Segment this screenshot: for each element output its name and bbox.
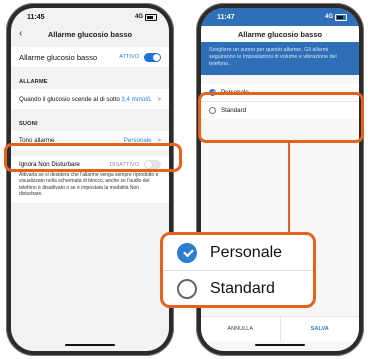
- alarm-toggle-label: Allarme glucosio basso: [19, 52, 98, 62]
- status-icons: 4G: [134, 13, 157, 21]
- callout-connector: [288, 143, 290, 233]
- toggle-switch-icon[interactable]: [144, 52, 161, 62]
- battery-icon: [335, 13, 347, 21]
- dnd-description: Attivarla se si desidera che l'allarme v…: [19, 172, 159, 198]
- chevron-right-icon: >: [157, 95, 161, 103]
- alarm-toggle-control[interactable]: ATTIVO: [119, 52, 161, 62]
- threshold-label: Quando il glucosio scende al di sotto: [19, 95, 120, 103]
- radio-empty-icon: [177, 278, 197, 299]
- radio-checked-icon: [177, 242, 197, 263]
- left-screen: 11:45 4G ‹ Allarme glucosio basso Allarm…: [11, 8, 169, 351]
- status-bar: 11:45 4G: [11, 8, 169, 26]
- status-icons: 4G: [324, 13, 347, 21]
- zoom-option-personale[interactable]: Personale: [163, 235, 313, 270]
- alarm-toggle-row[interactable]: Allarme glucosio basso ATTIVO: [11, 47, 169, 67]
- header-area: 11:47 4G: [201, 8, 359, 26]
- signal-text: 4G: [324, 14, 333, 20]
- dialog-title-bar: Allarme glucosio basso: [201, 26, 359, 42]
- battery-icon: [145, 13, 157, 21]
- dialog-title: Allarme glucosio basso: [237, 29, 323, 39]
- status-time: 11:45: [27, 13, 45, 21]
- threshold-value-group: 3,4 mmol/L >: [121, 96, 161, 103]
- zoom-option-label: Personale: [210, 243, 283, 261]
- signal-text: 4G: [134, 14, 143, 20]
- home-indicator: [65, 344, 115, 346]
- tone-row-highlight: [4, 143, 182, 172]
- alarm-state-text: ATTIVO: [119, 54, 139, 60]
- section-alarms: ALLARME: [19, 79, 48, 85]
- home-indicator: [255, 344, 305, 346]
- status-bar: 11:47 4G: [201, 8, 359, 26]
- info-banner: Scegliere un suono per questo allarme. G…: [201, 42, 359, 75]
- left-phone: 11:45 4G ‹ Allarme glucosio basso Allarm…: [6, 3, 174, 356]
- page-title: Allarme glucosio basso: [47, 29, 133, 39]
- zoom-callout: Personale Standard: [160, 232, 316, 308]
- section-sounds: SUONI: [19, 121, 38, 127]
- options-highlight: [198, 92, 364, 143]
- nav-bar: ‹ Allarme glucosio basso: [11, 26, 169, 42]
- save-button[interactable]: SALVA: [281, 317, 360, 341]
- cancel-button[interactable]: ANNULLA: [201, 317, 281, 341]
- zoom-option-standard[interactable]: Standard: [163, 270, 313, 305]
- threshold-value: 3,4 mmol/L: [121, 95, 152, 103]
- back-chevron-icon[interactable]: ‹: [19, 28, 22, 39]
- status-time: 11:47: [217, 13, 235, 21]
- zoom-option-label: Standard: [210, 279, 275, 297]
- threshold-row[interactable]: Quando il glucosio scende al di sotto 3,…: [11, 89, 169, 109]
- tutorial-screenshot: 11:45 4G ‹ Allarme glucosio basso Allarm…: [0, 0, 368, 359]
- dialog-actions: ANNULLA SALVA: [201, 316, 359, 341]
